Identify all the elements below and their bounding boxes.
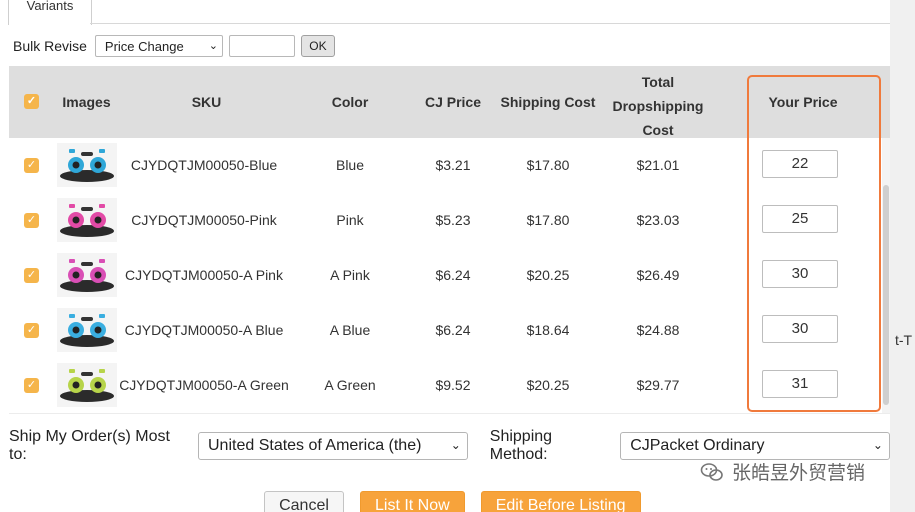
product-thumbnail[interactable] — [57, 308, 117, 352]
shipping-options: Ship My Order(s) Most to: United States … — [9, 428, 890, 463]
row-checkbox[interactable]: ✓ — [24, 158, 39, 173]
header-images: Images — [62, 94, 111, 110]
header-shipping-cost: Shipping Cost — [500, 94, 596, 110]
your-price-input[interactable]: 30 — [762, 315, 838, 343]
shipping-cost-cell: $17.80 — [526, 212, 570, 228]
table-header: ✓ Images SKU Color CJ Price Shipping Cos… — [9, 66, 890, 138]
your-price-input[interactable]: 30 — [762, 260, 838, 288]
header-total-dropshipping-cost: Total Dropshipping Cost — [605, 70, 711, 142]
row-checkbox[interactable]: ✓ — [24, 378, 39, 393]
bulk-revise-select-value: Price Change — [104, 39, 184, 54]
color-cell: A Blue — [329, 322, 371, 338]
select-all-checkbox[interactable]: ✓ — [24, 94, 39, 109]
background-text: t-T — [895, 332, 913, 348]
color-cell: Blue — [335, 157, 365, 173]
cj-price-cell: $6.24 — [435, 267, 471, 283]
header-cj-price: CJ Price — [424, 94, 482, 110]
table-row: ✓ CJYDQTJM00050-A Green A Green $9.52 $20.25… — [9, 358, 890, 414]
table-row: ✓ CJYDQTJM00050-Pink Pink $5.23 $17.80 $23.03… — [9, 193, 890, 249]
product-thumbnail[interactable] — [57, 143, 117, 187]
table-row: ✓ CJYDQTJM00050-Blue Blue $3.21 $17.80 $21.01… — [9, 138, 890, 194]
chevron-down-icon: ⌄ — [450, 438, 461, 452]
ship-to-value: United States of America (the) — [208, 437, 422, 454]
header-sku: SKU — [191, 94, 222, 110]
your-price-input[interactable]: 31 — [762, 370, 838, 398]
shipping-cost-cell: $18.64 — [526, 322, 570, 338]
shipping-method-label: Shipping Method: — [489, 428, 553, 463]
watermark: 张皓昱外贸营销 — [700, 458, 865, 485]
cj-price-cell: $9.52 — [435, 377, 471, 393]
color-cell: Pink — [336, 212, 364, 228]
row-checkbox[interactable]: ✓ — [24, 213, 39, 228]
header-total-line-2: Dropshipping — [612, 98, 704, 114]
total-cost-cell: $26.49 — [636, 267, 680, 283]
tab-divider — [90, 23, 890, 24]
ship-to-label: Ship My Order(s) Most to: — [9, 428, 170, 463]
product-thumbnail[interactable] — [57, 363, 117, 407]
shipping-cost-cell: $17.80 — [526, 157, 570, 173]
row-checkbox[interactable]: ✓ — [24, 268, 39, 283]
row-checkbox[interactable]: ✓ — [24, 323, 39, 338]
shipping-cost-cell: $20.25 — [526, 377, 570, 393]
header-color: Color — [331, 94, 369, 110]
tab-variants[interactable]: Variants — [8, 0, 92, 25]
cancel-button[interactable]: Cancel — [264, 491, 344, 512]
cj-price-cell: $5.23 — [435, 212, 471, 228]
edit-before-listing-button[interactable]: Edit Before Listing — [480, 491, 641, 512]
bulk-revise-value-input[interactable] — [228, 35, 295, 57]
bulk-revise-bar: Bulk Revise Price Change ⌄ OK — [13, 33, 335, 59]
sku-cell: CJYDQTJM00050-Pink — [131, 212, 277, 228]
list-it-now-button[interactable]: List It Now — [360, 491, 465, 512]
your-price-input[interactable]: 25 — [762, 205, 838, 233]
ship-to-select[interactable]: United States of America (the) ⌄ — [198, 432, 468, 460]
total-cost-cell: $23.03 — [636, 212, 680, 228]
watermark-text: 张皓昱外贸营销 — [732, 463, 866, 484]
total-cost-cell: $29.77 — [636, 377, 680, 393]
chevron-down-icon: ⌄ — [872, 438, 883, 452]
wechat-icon — [700, 462, 723, 481]
shipping-method-select[interactable]: CJPacket Ordinary ⌄ — [620, 432, 890, 460]
table-row: ✓ CJYDQTJM00050-A Blue A Blue $6.24 $18.64 $2… — [9, 303, 890, 359]
table-scrollbar-thumb[interactable] — [883, 185, 889, 405]
variants-dialog: Variants Bulk Revise Price Change ⌄ OK ✓… — [0, 0, 890, 512]
product-thumbnail[interactable] — [57, 253, 117, 297]
bulk-ok-button[interactable]: OK — [300, 35, 335, 57]
sku-cell: CJYDQTJM00050-Blue — [130, 157, 278, 173]
header-your-price: Your Price — [768, 94, 838, 110]
total-cost-cell: $24.88 — [636, 322, 680, 338]
color-cell: A Green — [324, 377, 376, 393]
dialog-actions: Cancel List It Now Edit Before Listing — [264, 491, 657, 512]
header-total-line-1: Total — [641, 74, 675, 90]
your-price-input[interactable]: 22 — [762, 150, 838, 178]
sku-cell: CJYDQTJM00050-A Blue — [124, 322, 284, 338]
sku-cell: CJYDQTJM00050-A Green — [119, 377, 289, 393]
table-row: ✓ CJYDQTJM00050-A Pink A Pink $6.24 $20.25 $2… — [9, 248, 890, 304]
shipping-method-value: CJPacket Ordinary — [630, 437, 765, 454]
bulk-revise-select[interactable]: Price Change ⌄ — [94, 35, 223, 57]
sku-cell: CJYDQTJM00050-A Pink — [125, 267, 283, 283]
color-cell: A Pink — [330, 267, 370, 283]
bulk-revise-label: Bulk Revise — [13, 38, 87, 54]
chevron-down-icon: ⌄ — [208, 40, 218, 52]
product-thumbnail[interactable] — [57, 198, 117, 242]
cj-price-cell: $6.24 — [435, 322, 471, 338]
cj-price-cell: $3.21 — [435, 157, 471, 173]
total-cost-cell: $21.01 — [636, 157, 680, 173]
shipping-cost-cell: $20.25 — [526, 267, 570, 283]
